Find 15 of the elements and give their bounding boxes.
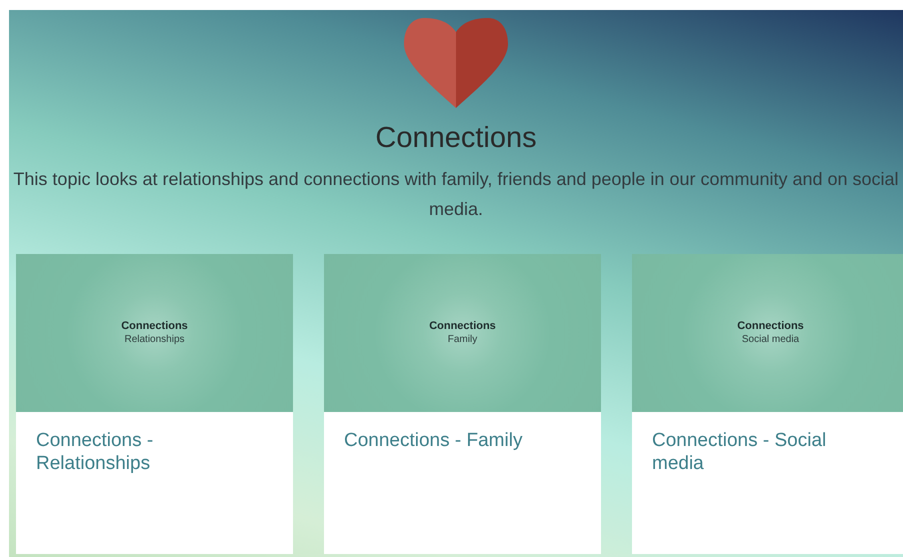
topic-description: This topic looks at relationships and connections with family, friends and people in our community and on social media.	[12, 168, 900, 221]
card-title[interactable]: Connections - Social media	[652, 429, 852, 475]
thumbnail-subtitle: Social media	[742, 333, 800, 346]
thumbnail-subtitle: Family	[448, 333, 478, 346]
card-title[interactable]: Connections - Relationships	[36, 429, 236, 475]
thumbnail-subtitle: Relationships	[124, 333, 185, 346]
topic-card[interactable]: Connections Family Connections - Family	[324, 254, 601, 554]
heart-icon	[404, 18, 508, 108]
topic-card[interactable]: Connections Relationships Connections - Relationships	[16, 254, 293, 554]
topic-card[interactable]: Connections Social media Connections - Social media	[632, 254, 903, 554]
topic-title: Connections	[375, 121, 537, 156]
card-title[interactable]: Connections - Family	[344, 429, 544, 452]
thumbnail-title: Connections	[121, 320, 188, 333]
thumbnail-title: Connections	[737, 320, 804, 333]
thumbnail-title: Connections	[429, 320, 496, 333]
